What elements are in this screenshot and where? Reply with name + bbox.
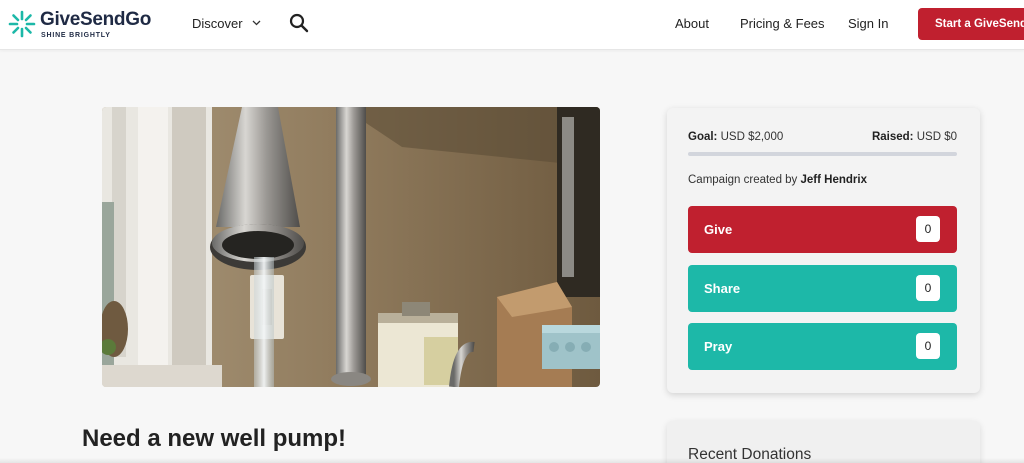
logo-sparkle-icon	[8, 10, 36, 38]
share-count: 0	[916, 275, 940, 301]
goal-value: USD $2,000	[720, 131, 784, 143]
pray-button[interactable]: Pray 0	[688, 323, 957, 370]
raised-label: Raised:	[871, 131, 914, 143]
creator-name[interactable]: Jeff Hendrix	[801, 174, 867, 186]
goal-label: Goal:	[688, 131, 718, 143]
search-icon[interactable]	[289, 13, 309, 33]
top-nav: GiveSendGo SHINE BRIGHTLY Discover About…	[0, 0, 1024, 50]
nav-sign-in[interactable]: Sign In	[848, 16, 888, 31]
donation-card: Goal: USD $2,000 Raised: USD $0 Campaign…	[667, 108, 980, 393]
campaign-creator: Campaign created by Jeff Hendrix	[688, 174, 867, 186]
give-button[interactable]: Give 0	[688, 206, 957, 253]
discover-label: Discover	[192, 16, 243, 31]
give-label: Give	[704, 222, 733, 237]
creator-prefix: Campaign created by	[688, 174, 798, 186]
share-label: Share	[704, 281, 741, 296]
recent-donations-card: Recent Donations	[667, 421, 980, 463]
give-count: 0	[916, 216, 940, 242]
raised-value: USD $0	[916, 131, 957, 143]
logo-name: GiveSendGo	[40, 9, 152, 30]
fundraising-progress-bar	[688, 152, 957, 156]
share-button[interactable]: Share 0	[688, 265, 957, 312]
discover-menu[interactable]: Discover	[192, 16, 261, 31]
goal-amount: Goal: USD $2,000	[688, 131, 783, 143]
logo-tagline: SHINE BRIGHTLY	[41, 32, 111, 39]
scroll-shadow	[0, 458, 1024, 463]
logo[interactable]: GiveSendGo SHINE BRIGHTLY	[8, 8, 158, 42]
start-campaign-button[interactable]: Start a GiveSendGo	[918, 8, 1024, 40]
pray-label: Pray	[704, 339, 733, 354]
campaign-image	[102, 107, 600, 387]
campaign-title: Need a new well pump!	[82, 425, 347, 452]
nav-about[interactable]: About	[675, 16, 709, 31]
chevron-down-icon	[252, 20, 261, 26]
nav-pricing-fees[interactable]: Pricing & Fees	[740, 16, 825, 31]
pray-count: 0	[916, 333, 940, 359]
raised-amount: Raised: USD $0	[872, 131, 957, 143]
